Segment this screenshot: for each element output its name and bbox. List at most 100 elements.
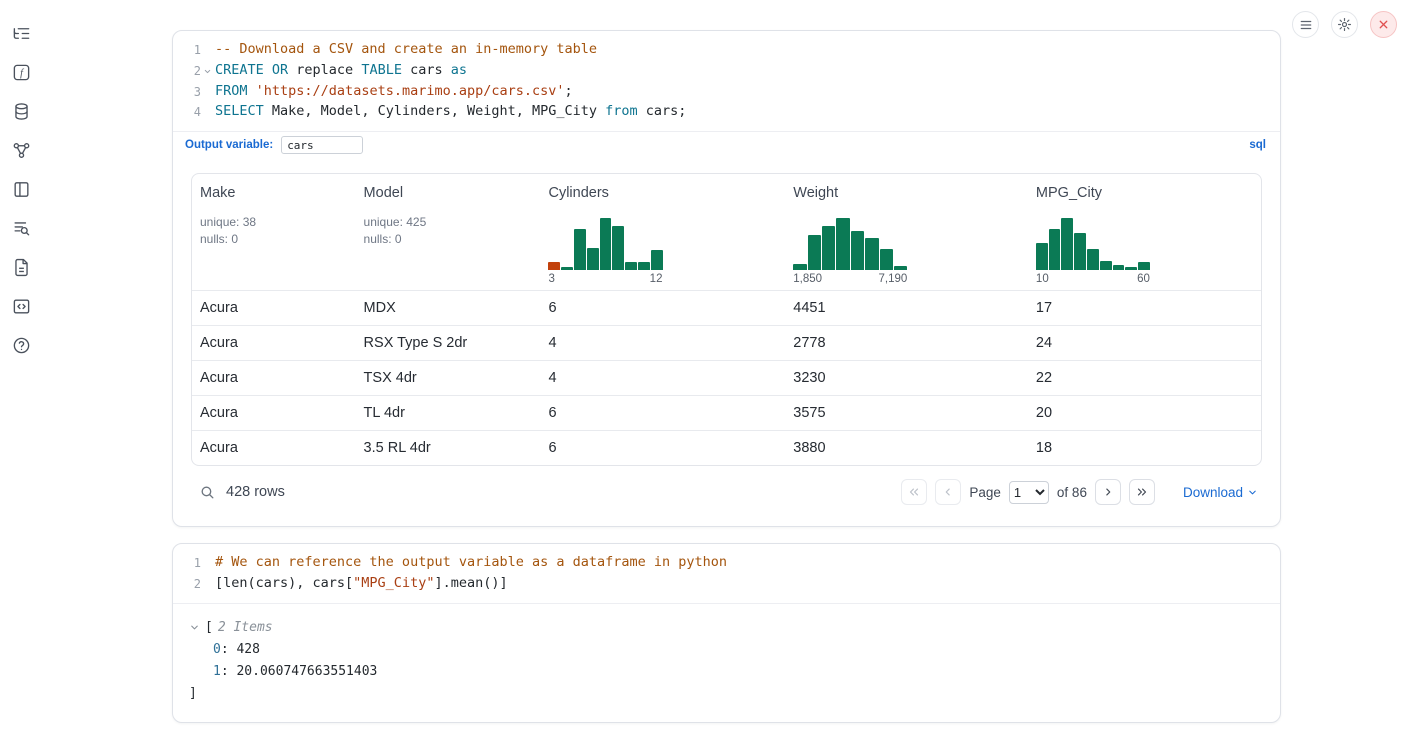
table-cell: 6 xyxy=(540,291,785,325)
table-cell: Acura xyxy=(192,396,356,430)
fold-spacer xyxy=(201,82,214,103)
column-header-make[interactable]: Make unique: 38nulls: 0 xyxy=(192,183,356,285)
histogram-bar xyxy=(865,238,878,270)
panels-icon[interactable] xyxy=(10,178,32,200)
table-cell: Acura xyxy=(192,326,356,360)
collapse-chevron-icon[interactable] xyxy=(189,622,200,633)
dependencies-icon[interactable] xyxy=(10,139,32,161)
chevron-right-icon xyxy=(1101,485,1115,499)
table-cell: RSX Type S 2dr xyxy=(356,326,541,360)
fold-chevron-icon[interactable] xyxy=(201,61,214,82)
table-cell: TL 4dr xyxy=(356,396,541,430)
line-number: 1 xyxy=(173,553,201,574)
table-cell: 6 xyxy=(540,396,785,430)
snippets-icon[interactable] xyxy=(10,295,32,317)
python-editor[interactable]: 1# We can reference the output variable … xyxy=(173,544,1280,603)
table-row[interactable]: AcuraTSX 4dr4323022 xyxy=(192,360,1261,395)
table-row[interactable]: AcuraMDX6445117 xyxy=(192,290,1261,325)
menu-button[interactable] xyxy=(1292,11,1319,38)
logs-icon[interactable] xyxy=(10,217,32,239)
column-header-cylinders[interactable]: Cylinders312 xyxy=(540,183,785,285)
sql-editor[interactable]: 1 -- Download a CSV and create an in-memo… xyxy=(173,31,1280,131)
histogram-bar xyxy=(600,218,612,270)
column-histogram[interactable]: 1060 xyxy=(1036,218,1253,285)
code-text: SELECT Make, Model, Cylinders, Weight, M… xyxy=(214,102,686,123)
first-page-button[interactable] xyxy=(901,479,927,505)
last-page-button[interactable] xyxy=(1129,479,1155,505)
tree-entry: 0: 428 xyxy=(189,639,1264,661)
column-histogram[interactable]: 1,8507,190 xyxy=(793,218,1020,285)
settings-button[interactable] xyxy=(1331,11,1358,38)
fold-spacer xyxy=(201,574,214,595)
histogram-bar xyxy=(793,264,806,270)
download-button[interactable]: Download xyxy=(1183,485,1258,500)
code-line[interactable]: 2[len(cars), cars["MPG_City"].mean()] xyxy=(173,574,1280,595)
notebook: 1 -- Download a CSV and create an in-memo… xyxy=(172,30,1281,723)
code-line[interactable]: 2CREATE OR replace TABLE cars as xyxy=(173,61,1280,82)
download-label: Download xyxy=(1183,485,1243,500)
table-cell: 3880 xyxy=(785,431,1028,465)
histogram-bar xyxy=(1138,262,1150,270)
histogram-bar xyxy=(574,229,586,271)
table-row[interactable]: Acura3.5 RL 4dr6388018 xyxy=(192,430,1261,465)
table-row[interactable]: AcuraRSX Type S 2dr4277824 xyxy=(192,325,1261,360)
sidebar: f xyxy=(0,0,42,729)
column-stats: unique: 425nulls: 0 xyxy=(364,214,533,247)
chevrons-left-icon xyxy=(907,485,921,499)
column-header-model[interactable]: Modelunique: 425nulls: 0 xyxy=(356,183,541,285)
code-text: -- Download a CSV and create an in-memor… xyxy=(214,40,597,61)
table-cell: 18 xyxy=(1028,431,1261,465)
line-number: 1 xyxy=(173,40,201,61)
histogram-axis: 3 12 xyxy=(548,273,662,285)
page-total: of 86 xyxy=(1057,485,1087,500)
topbar-actions xyxy=(1292,11,1397,38)
close-icon xyxy=(1377,18,1390,31)
tree-entries: 0: 4281: 20.060747663551403 xyxy=(189,639,1264,683)
marimo-app: f xyxy=(0,0,1408,729)
close-bracket: ] xyxy=(189,683,1264,705)
column-histogram[interactable]: 3 12 xyxy=(548,218,777,285)
code-line[interactable]: 3FROM 'https://datasets.marimo.app/cars.… xyxy=(173,82,1280,103)
table-cell: 24 xyxy=(1028,326,1261,360)
hist-max-label: 12 xyxy=(650,273,663,285)
hist-min-label: 3 xyxy=(548,273,554,285)
table-cell: Acura xyxy=(192,291,356,325)
scratchpad-icon[interactable]: f xyxy=(10,61,32,83)
table-row[interactable]: AcuraTL 4dr6357520 xyxy=(192,395,1261,430)
table-cell: 3.5 RL 4dr xyxy=(356,431,541,465)
code-line[interactable]: 4SELECT Make, Model, Cylinders, Weight, … xyxy=(173,102,1280,123)
help-icon[interactable] xyxy=(10,334,32,356)
output-variable-input[interactable] xyxy=(281,136,363,154)
line-number: 3 xyxy=(173,82,201,103)
line-number: 2 xyxy=(173,574,201,595)
table-cell: 20 xyxy=(1028,396,1261,430)
table-cell: 6 xyxy=(540,431,785,465)
histogram-bars xyxy=(1036,218,1150,270)
table-cell: 3575 xyxy=(785,396,1028,430)
column-stats: unique: 38nulls: 0 xyxy=(200,214,348,247)
table-cell: 17 xyxy=(1028,291,1261,325)
column-header-weight[interactable]: Weight 1,8507,190 xyxy=(785,183,1028,285)
histogram-bars xyxy=(548,218,662,270)
code-line[interactable]: 1# We can reference the output variable … xyxy=(173,553,1280,574)
language-badge: sql xyxy=(1249,139,1266,151)
column-header-mpg_city[interactable]: MPG_City1060 xyxy=(1028,183,1261,285)
close-button[interactable] xyxy=(1370,11,1397,38)
next-page-button[interactable] xyxy=(1095,479,1121,505)
sql-cell: 1 -- Download a CSV and create an in-memo… xyxy=(172,30,1281,527)
file-tree-icon[interactable] xyxy=(10,22,32,44)
output-tree: [ 2 Items 0: 4281: 20.060747663551403 ] xyxy=(173,604,1280,722)
code-line[interactable]: 1 -- Download a CSV and create an in-memo… xyxy=(173,40,1280,61)
prev-page-button[interactable] xyxy=(935,479,961,505)
hist-max-label: 60 xyxy=(1137,273,1150,285)
column-name: Weight xyxy=(793,185,1020,201)
hamburger-icon xyxy=(1299,18,1313,32)
search-icon[interactable] xyxy=(199,484,216,501)
datasources-icon[interactable] xyxy=(10,100,32,122)
page-select[interactable]: 1 xyxy=(1009,481,1049,504)
hist-max-label: 7,190 xyxy=(878,273,907,285)
documentation-icon[interactable] xyxy=(10,256,32,278)
table-cell: Acura xyxy=(192,361,356,395)
output-variable-label: Output variable: xyxy=(185,139,273,151)
column-name: Make xyxy=(200,185,348,201)
